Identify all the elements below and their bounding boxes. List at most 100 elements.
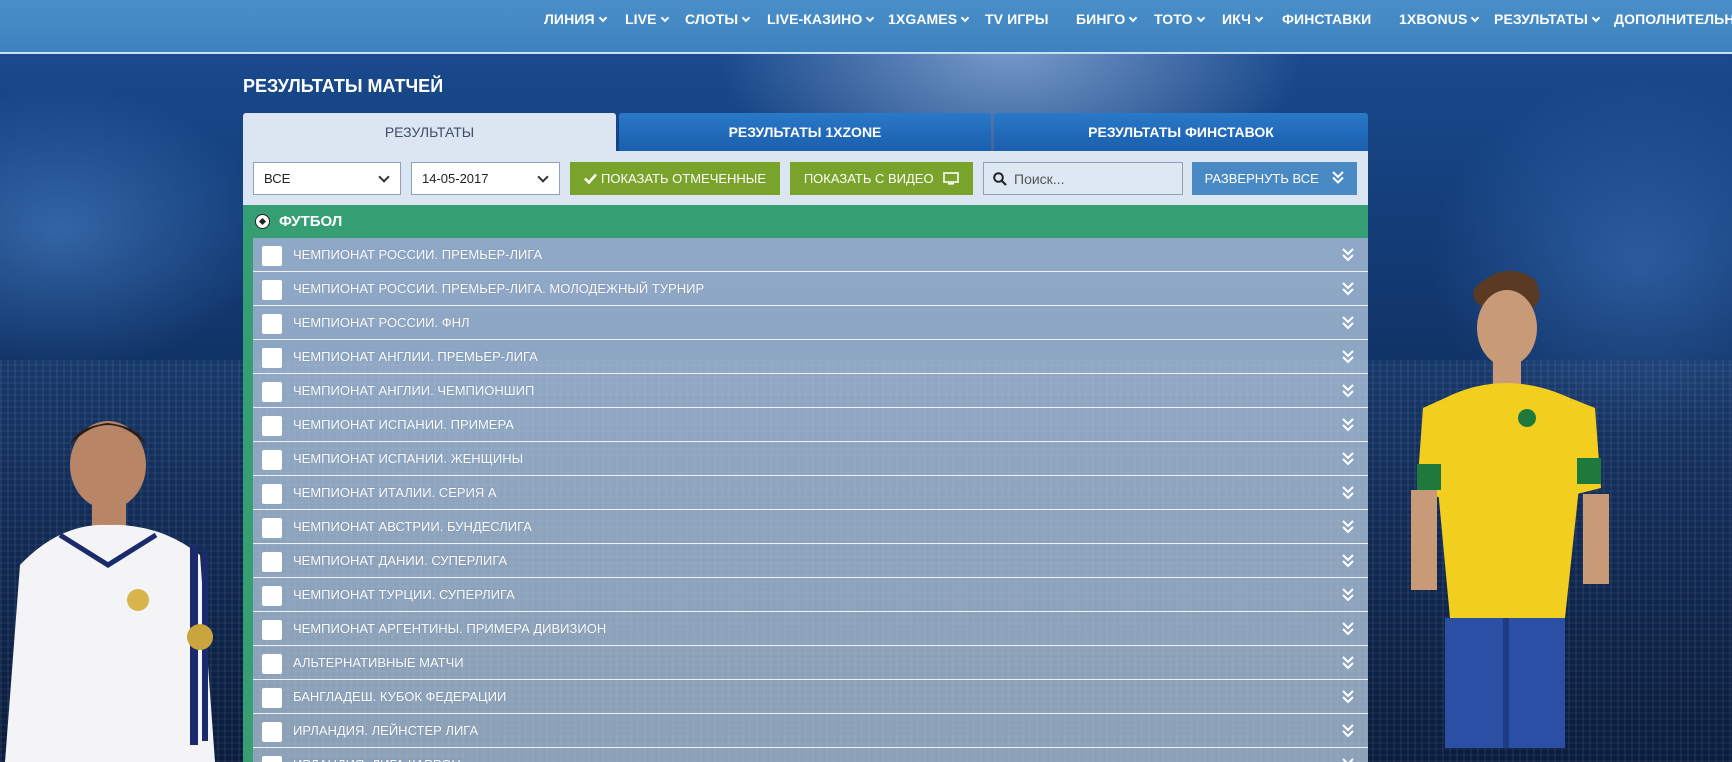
results-tabs: РЕЗУЛЬТАТЫ РЕЗУЛЬТАТЫ 1XZONE РЕЗУЛЬТАТЫ … — [243, 113, 1368, 151]
chevron-down-icon — [598, 13, 607, 23]
league-label: ЧЕМПИОНАТ ИСПАНИИ. ЖЕНЩИНЫ — [293, 451, 524, 466]
league-checkbox[interactable] — [262, 348, 282, 368]
double-chevron-down-icon[interactable] — [1342, 724, 1354, 738]
nav-item-1xgames[interactable]: 1XGAMES — [888, 11, 970, 27]
chevron-down-icon — [960, 13, 970, 23]
league-row[interactable]: ЧЕМПИОНАТ ИТАЛИИ. СЕРИЯ А — [253, 476, 1368, 510]
nav-item-live[interactable]: LIVE — [625, 11, 669, 27]
double-chevron-down-icon[interactable] — [1342, 282, 1354, 296]
league-label: ЧЕМПИОНАТ ИСПАНИИ. ПРИМЕРА — [293, 417, 514, 432]
league-row[interactable]: ЧЕМПИОНАТ АРГЕНТИНЫ. ПРИМЕРА ДИВИЗИОН — [253, 612, 1368, 646]
league-checkbox[interactable] — [262, 416, 282, 436]
sport-select-value: ВСЕ — [264, 171, 291, 186]
double-chevron-down-icon[interactable] — [1342, 316, 1354, 330]
league-row[interactable]: ИРЛАНДИЯ. ЛИГА КАРРОН — [253, 748, 1368, 762]
league-checkbox[interactable] — [262, 280, 282, 300]
nav-item-1xbonus[interactable]: 1XBONUS — [1399, 11, 1480, 27]
nav-item-additional[interactable]: ДОПОЛНИТЕЛЬНО — [1614, 11, 1732, 27]
double-chevron-down-icon[interactable] — [1342, 690, 1354, 704]
show-marked-button[interactable]: ПОКАЗАТЬ ОТМЕЧЕННЫЕ — [570, 162, 780, 195]
double-chevron-down-icon[interactable] — [1342, 622, 1354, 636]
league-row[interactable]: ЧЕМПИОНАТ ИСПАНИИ. ПРИМЕРА — [253, 408, 1368, 442]
double-chevron-down-icon[interactable] — [1342, 248, 1354, 262]
league-checkbox[interactable] — [262, 450, 282, 470]
league-checkbox[interactable] — [262, 314, 282, 334]
league-row[interactable]: ЧЕМПИОНАТ АНГЛИИ. ЧЕМПИОНШИП — [253, 374, 1368, 408]
league-checkbox[interactable] — [262, 382, 282, 402]
league-row[interactable]: ЧЕМПИОНАТ ДАНИИ. СУПЕРЛИГА — [253, 544, 1368, 578]
nav-item-liniya[interactable]: ЛИНИЯ — [544, 11, 607, 27]
double-chevron-down-icon[interactable] — [1342, 520, 1354, 534]
chevron-down-icon — [660, 13, 669, 23]
double-chevron-down-icon[interactable] — [1342, 588, 1354, 602]
league-checkbox[interactable] — [262, 722, 282, 742]
league-row[interactable]: ЧЕМПИОНАТ РОССИИ. ПРЕМЬЕР-ЛИГА — [253, 238, 1368, 272]
double-chevron-down-icon[interactable] — [1342, 758, 1354, 762]
league-checkbox[interactable] — [262, 620, 282, 640]
check-icon — [584, 173, 597, 185]
nav-item-live-casino[interactable]: LIVE-КАЗИНО — [767, 11, 875, 27]
expand-all-button[interactable]: РАЗВЕРНУТЬ ВСЕ — [1192, 162, 1357, 195]
right-player-image — [1411, 270, 1609, 748]
league-checkbox[interactable] — [262, 654, 282, 674]
league-row[interactable]: БАНГЛАДЕШ. КУБОК ФЕДЕРАЦИИ — [253, 680, 1368, 714]
nav-item-ikch[interactable]: ИКЧ — [1222, 11, 1264, 27]
chevron-down-icon — [1471, 13, 1480, 23]
tab-results-1xzone[interactable]: РЕЗУЛЬТАТЫ 1XZONE — [619, 113, 991, 151]
left-player-image — [5, 421, 215, 762]
nav-item-label: БИНГО — [1076, 11, 1126, 27]
sport-select[interactable]: ВСЕ — [253, 162, 401, 195]
double-chevron-down-icon[interactable] — [1342, 656, 1354, 670]
nav-item-toto[interactable]: ТОТО — [1154, 11, 1205, 27]
league-row[interactable]: ЧЕМПИОНАТ АНГЛИИ. ПРЕМЬЕР-ЛИГА — [253, 340, 1368, 374]
nav-item-slots[interactable]: СЛОТЫ — [685, 11, 751, 27]
tab-results[interactable]: РЕЗУЛЬТАТЫ — [243, 113, 616, 151]
league-row[interactable]: ЧЕМПИОНАТ АВСТРИИ. БУНДЕСЛИГА — [253, 510, 1368, 544]
nav-item-label: 1XBONUS — [1399, 11, 1468, 27]
league-checkbox[interactable] — [262, 688, 282, 708]
tab-results-finstavki[interactable]: РЕЗУЛЬТАТЫ ФИНСТАВОК — [994, 113, 1368, 151]
league-checkbox[interactable] — [262, 246, 282, 266]
double-chevron-down-icon[interactable] — [1342, 486, 1354, 500]
league-label: ЧЕМПИОНАТ АНГЛИИ. ЧЕМПИОНШИП — [293, 383, 535, 398]
league-checkbox[interactable] — [262, 756, 282, 762]
double-chevron-down-icon[interactable] — [1342, 452, 1354, 466]
double-chevron-down-icon[interactable] — [1342, 350, 1354, 364]
league-row[interactable]: АЛЬТЕРНАТИВНЫЕ МАТЧИ — [253, 646, 1368, 680]
monitor-icon — [943, 172, 959, 185]
nav-item-label: LIVE-КАЗИНО — [767, 11, 863, 27]
league-row[interactable]: ЧЕМПИОНАТ ТУРЦИИ. СУПЕРЛИГА — [253, 578, 1368, 612]
nav-item-results[interactable]: РЕЗУЛЬТАТЫ — [1494, 11, 1601, 27]
nav-item-tv-games[interactable]: TV ИГРЫ — [985, 11, 1049, 27]
league-checkbox[interactable] — [262, 518, 282, 538]
league-list: ЧЕМПИОНАТ РОССИИ. ПРЕМЬЕР-ЛИГА ЧЕМПИОНАТ … — [253, 238, 1368, 762]
nav-item-label: LIVE — [625, 11, 657, 27]
date-select[interactable]: 14-05-2017 — [411, 162, 560, 195]
search-input[interactable] — [1014, 163, 1164, 194]
sport-header-football[interactable]: ФУТБОЛ — [243, 205, 1368, 238]
nav-item-label: СЛОТЫ — [685, 11, 739, 27]
nav-item-label: ИКЧ — [1222, 11, 1252, 27]
double-chevron-down-icon[interactable] — [1342, 418, 1354, 432]
nav-item-label: ЛИНИЯ — [544, 11, 595, 27]
league-checkbox[interactable] — [262, 552, 282, 572]
league-checkbox[interactable] — [262, 586, 282, 606]
league-row[interactable]: ЧЕМПИОНАТ ИСПАНИИ. ЖЕНЩИНЫ — [253, 442, 1368, 476]
nav-item-finstavki[interactable]: ФИНСТАВКИ — [1282, 11, 1371, 27]
soccer-ball-icon — [255, 214, 270, 229]
chevron-down-icon — [1254, 13, 1264, 23]
league-row[interactable]: ИРЛАНДИЯ. ЛЕЙНСТЕР ЛИГА — [253, 714, 1368, 748]
nav-item-bingo[interactable]: БИНГО — [1076, 11, 1138, 27]
top-navigation: ЛИНИЯ LIVE СЛОТЫ LIVE-КАЗИНО 1XGAMES TV … — [0, 0, 1732, 54]
double-chevron-down-icon[interactable] — [1342, 554, 1354, 568]
show-with-video-button[interactable]: ПОКАЗАТЬ С ВИДЕО — [790, 162, 973, 195]
league-row[interactable]: ЧЕМПИОНАТ РОССИИ. ПРЕМЬЕР-ЛИГА. МОЛОДЕЖН… — [253, 272, 1368, 306]
league-row[interactable]: ЧЕМПИОНАТ РОССИИ. ФНЛ — [253, 306, 1368, 340]
chevron-down-icon — [1591, 13, 1601, 23]
league-label: ЧЕМПИОНАТ АВСТРИИ. БУНДЕСЛИГА — [293, 519, 532, 534]
search-field[interactable] — [983, 162, 1183, 195]
double-chevron-down-icon[interactable] — [1342, 384, 1354, 398]
chevron-down-icon — [1129, 13, 1138, 23]
nav-item-label: РЕЗУЛЬТАТЫ — [1494, 11, 1588, 27]
league-checkbox[interactable] — [262, 484, 282, 504]
